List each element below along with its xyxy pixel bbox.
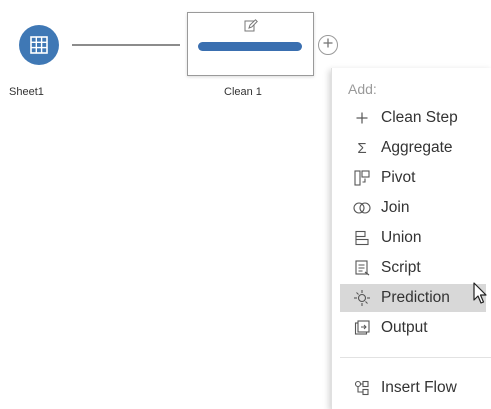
menu-item-join[interactable]: Join [340, 194, 491, 222]
menu-item-output[interactable]: Output [340, 314, 491, 342]
plus-icon [352, 108, 372, 128]
menu-item-script[interactable]: Script [340, 254, 491, 282]
add-step-menu: Add: Clean Step Σ Aggregate Pivot Join U… [331, 68, 491, 409]
mouse-cursor-icon [473, 282, 489, 311]
menu-item-pivot[interactable]: Pivot [340, 164, 491, 192]
menu-item-label: Pivot [381, 169, 416, 186]
menu-item-label: Script [381, 259, 421, 276]
join-icon [352, 198, 372, 218]
pivot-icon [352, 168, 372, 188]
add-step-button[interactable] [318, 35, 338, 55]
flow-connector [72, 44, 180, 46]
menu-item-clean-step[interactable]: Clean Step [340, 104, 491, 132]
menu-separator [340, 357, 491, 358]
menu-item-label: Aggregate [381, 139, 453, 156]
menu-item-label: Clean Step [381, 109, 458, 126]
menu-item-prediction[interactable]: Prediction [340, 284, 486, 312]
menu-item-label: Union [381, 229, 422, 246]
menu-item-union[interactable]: Union [340, 224, 491, 252]
clean-step-bar [198, 42, 302, 51]
menu-item-label: Insert Flow [381, 379, 457, 396]
menu-item-insert-flow[interactable]: Insert Flow [340, 374, 491, 402]
script-icon [352, 258, 372, 278]
sigma-icon: Σ [357, 139, 367, 157]
edit-icon [244, 19, 258, 38]
union-icon [352, 228, 372, 248]
menu-item-label: Join [381, 199, 410, 216]
flow-canvas[interactable]: Sheet1 Clean 1 Add: Clean Step Σ Aggrega… [0, 0, 491, 409]
prediction-icon [352, 288, 372, 308]
menu-header: Add: [348, 81, 377, 97]
input-node-sheet1[interactable] [19, 25, 59, 65]
menu-item-label: Output [381, 319, 428, 336]
clean-step-node[interactable] [187, 12, 314, 76]
insert-flow-icon [352, 378, 372, 398]
clean-node-label: Clean 1 [224, 86, 262, 98]
menu-item-aggregate[interactable]: Σ Aggregate [340, 134, 491, 162]
plus-circle-icon [322, 36, 334, 54]
input-node-label: Sheet1 [9, 86, 44, 98]
menu-item-label: Prediction [381, 289, 450, 306]
table-icon [29, 35, 49, 55]
output-icon [352, 318, 372, 338]
